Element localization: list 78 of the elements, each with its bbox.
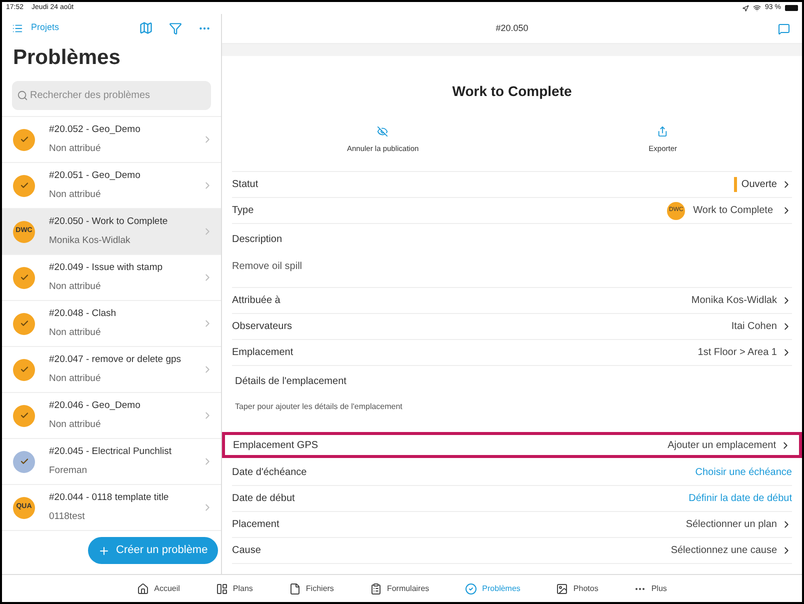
field-label: Date d'échéance <box>232 466 307 480</box>
check-icon <box>465 582 478 594</box>
tab-bar-item[interactable]: Photos <box>552 582 602 594</box>
field-value: Itai Cohen <box>731 320 777 334</box>
photos-icon <box>556 582 568 594</box>
field-label: Emplacement GPS <box>233 438 318 452</box>
list-icon <box>12 22 23 34</box>
field-label: Type <box>232 204 254 218</box>
field-value: 1st Floor > Area 1 <box>698 346 777 360</box>
issue-title-heading: Work to Complete <box>451 82 573 101</box>
field-value: Work to Complete <box>693 204 773 218</box>
field-label: Placement <box>232 518 280 532</box>
clipboard-icon <box>370 582 382 594</box>
issue-title: #20.052 - Geo_Demo <box>49 123 142 138</box>
date-row[interactable]: Date de début Définir la date de début <box>232 486 792 512</box>
field-label: Statut <box>232 178 258 192</box>
field-value: Monika Kos-Widlak <box>691 294 777 308</box>
issue-assignee: Non attribué <box>49 280 102 294</box>
issue-assignee: Non attribué <box>49 326 102 340</box>
issue-assignee: Non attribué <box>49 372 102 386</box>
field-label: Date de début <box>232 492 295 506</box>
battery-icon <box>785 5 798 11</box>
field-row[interactable]: Emplacement 1st Floor > Area 1 <box>232 340 792 366</box>
field-row[interactable]: Emplacement GPS Ajouter un emplacement <box>222 432 802 458</box>
field-row[interactable]: Observateurs Itai Cohen <box>232 314 792 340</box>
wifi-icon <box>753 4 762 12</box>
issue-assignee: Foreman <box>49 464 88 478</box>
issue-assignee: Non attribué <box>49 142 102 156</box>
issue-assignee: 0118test <box>49 510 86 524</box>
tab-bar-item[interactable]: Formulaires <box>366 582 434 594</box>
location-details-row[interactable]: Détails de l'emplacement Taper pour ajouter les détails de l'emplacement <box>232 366 792 430</box>
description-text: Remove oil spill <box>232 260 304 274</box>
share-icon <box>657 126 668 137</box>
issue-title: #20.045 - Electrical Punchlist <box>49 445 173 460</box>
comment-icon[interactable] <box>778 22 790 34</box>
tab-bar-item[interactable]: Fichiers <box>284 582 338 594</box>
field-label: Description <box>232 233 284 247</box>
field-label: Emplacement <box>232 346 294 360</box>
file-icon <box>288 582 301 594</box>
details-placeholder: Taper pour ajouter les détails de l'emplacement <box>235 401 404 413</box>
status-row[interactable]: Statut Ouverte <box>232 172 792 198</box>
field-value: Ouverte <box>741 178 777 192</box>
eye-off-icon <box>377 126 388 137</box>
issue-title: #20.047 - remove or delete gps <box>49 353 182 368</box>
issue-title: #20.049 - Issue with stamp <box>49 261 164 276</box>
field-row[interactable]: Cause Sélectionnez une cause <box>232 538 792 564</box>
issue-title: #20.050 - Work to Complete <box>49 215 169 230</box>
filter-icon[interactable] <box>169 22 182 34</box>
tab-bar-item[interactable]: Plans <box>212 582 257 594</box>
issue-title: #20.046 - Geo_Demo <box>49 399 142 414</box>
field-value: Ajouter un emplacement <box>668 438 776 452</box>
date-row[interactable]: Date d'échéance Choisir une échéance <box>232 460 792 486</box>
search-field[interactable]: Rechercher des problèmes <box>12 81 211 110</box>
issue-title: #20.048 - Clash <box>49 307 118 322</box>
field-label: Cause <box>232 544 261 558</box>
issue-title: #20.044 - 0118 template title <box>49 491 170 506</box>
plus-icon <box>98 544 110 556</box>
issue-assignee: Non attribué <box>49 188 102 202</box>
field-row[interactable]: Attribuée à Monika Kos-Widlak <box>232 288 792 314</box>
field-label: Attribuée à <box>232 294 280 308</box>
location-icon <box>742 4 750 12</box>
page-title: Problèmes <box>12 45 122 71</box>
home-icon <box>137 582 150 594</box>
issue-assignee: Monika Kos-Widlak <box>49 234 132 248</box>
header-title: #20.050 <box>496 22 528 35</box>
field-label: Observateurs <box>232 320 292 334</box>
issue-assignee: Non attribué <box>49 418 102 432</box>
tab-bar-item[interactable]: Plus <box>630 582 671 594</box>
plans-icon <box>216 582 228 594</box>
map-icon[interactable] <box>139 21 153 35</box>
field-row[interactable]: Placement Sélectionner un plan <box>232 512 792 538</box>
search-icon <box>17 90 28 101</box>
field-value: Sélectionnez une cause <box>670 544 777 558</box>
issue-title: #20.051 - Geo_Demo <box>49 169 142 184</box>
field-value: Sélectionner un plan <box>686 518 777 532</box>
tab-bar-item[interactable]: Accueil <box>133 582 184 594</box>
description-row[interactable]: Description Remove oil spill <box>232 224 792 288</box>
field-label: Détails de l'emplacement <box>235 375 348 389</box>
